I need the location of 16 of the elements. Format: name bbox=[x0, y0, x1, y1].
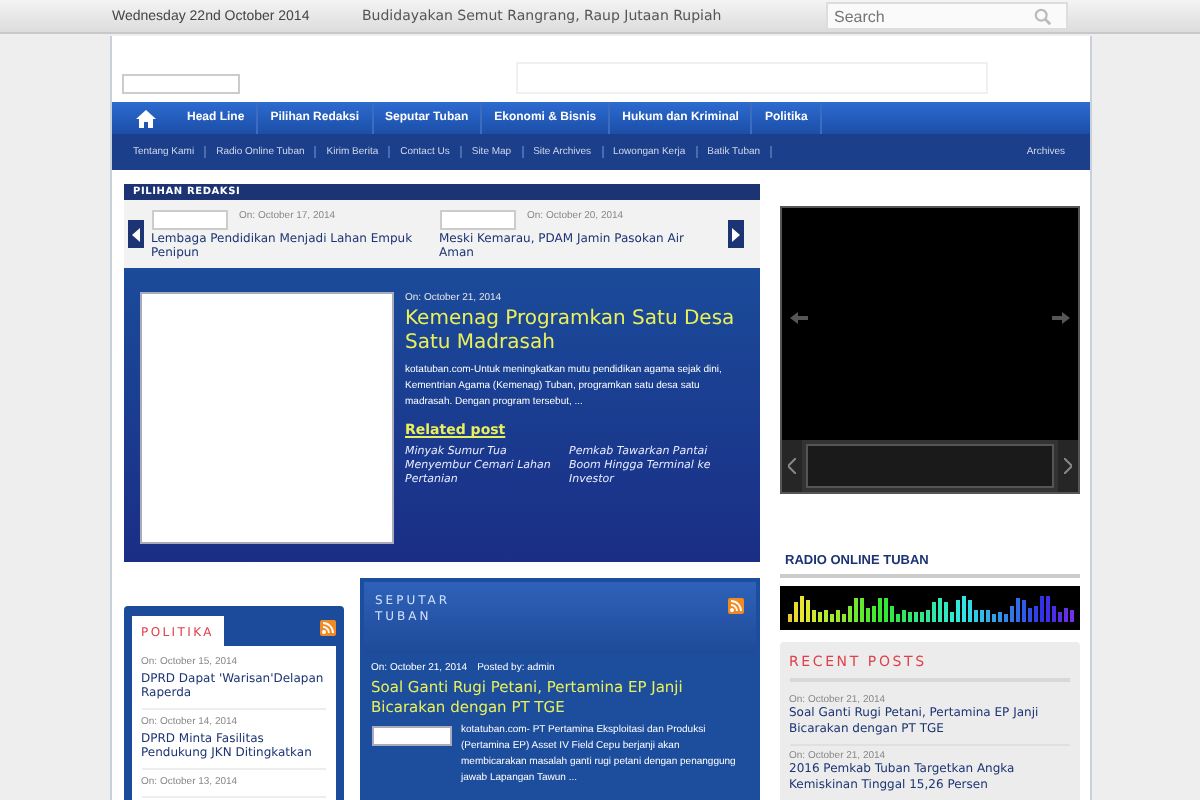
rss-icon[interactable] bbox=[727, 598, 743, 614]
arrow-left-icon[interactable] bbox=[789, 312, 807, 324]
next-button[interactable] bbox=[727, 220, 743, 248]
caret-left-icon bbox=[131, 227, 139, 241]
caret-right-icon bbox=[731, 227, 739, 241]
chevron-right-icon bbox=[1063, 458, 1071, 474]
post-title-link[interactable]: Kemenag Programkan Satu Desa Satu Madrasah bbox=[405, 308, 749, 356]
search-field[interactable]: Search bbox=[826, 2, 1068, 30]
thumbnail-placeholder bbox=[439, 209, 515, 229]
thumbnail-placeholder bbox=[151, 209, 227, 229]
arrow-right-icon[interactable] bbox=[1051, 312, 1069, 324]
prev-button[interactable] bbox=[127, 220, 143, 248]
rss-icon[interactable] bbox=[319, 620, 335, 636]
home-icon[interactable] bbox=[135, 109, 155, 127]
chevron-left-icon bbox=[787, 458, 795, 474]
thumbnail-placeholder bbox=[371, 726, 451, 746]
